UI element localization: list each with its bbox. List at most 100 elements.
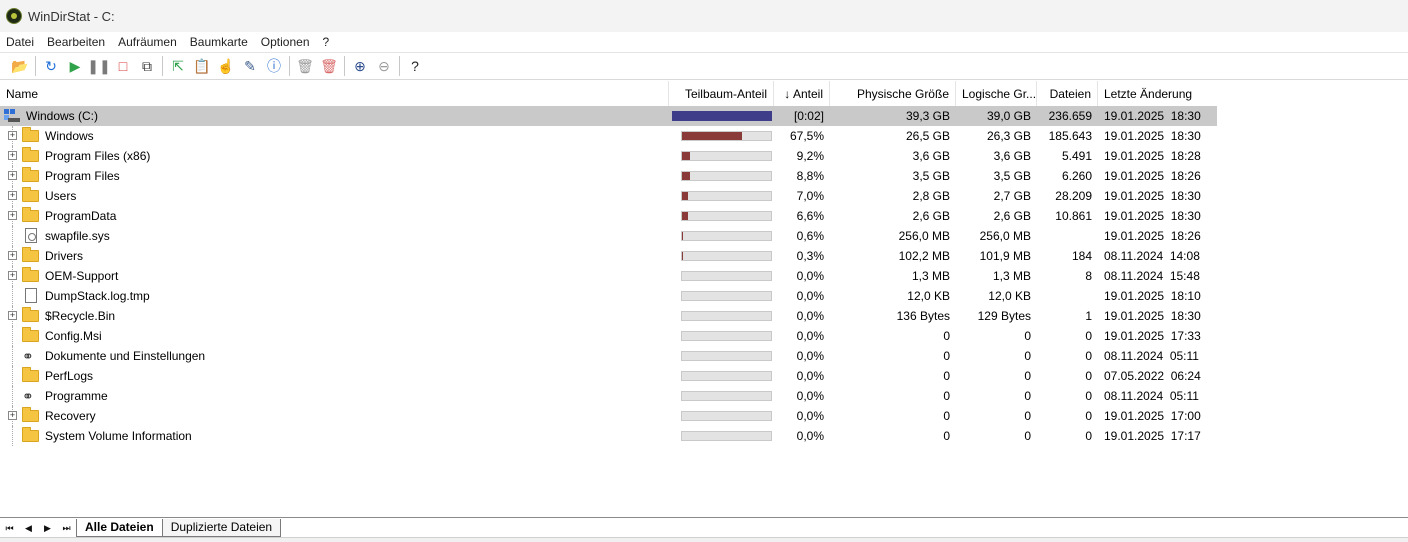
recycle-icon[interactable]: 🗑 <box>293 55 317 77</box>
delete-icon[interactable]: 🗑 <box>317 55 341 77</box>
drive-row[interactable]: Windows (C:) [0:02] 39,3 GB 39,0 GB 236.659 1… <box>0 106 1217 126</box>
refresh-icon[interactable]: ↻ <box>39 55 63 77</box>
last-modified-cell: 19.01.2025 17:17 <box>1104 429 1201 443</box>
name-cell: + Drivers <box>0 246 669 266</box>
subtree-share-bar <box>681 231 772 241</box>
tree-row[interactable]: ⚭ Dokumente und Einstellungen 0,0% 0 0 0 08.11… <box>0 346 1217 366</box>
expand-icon[interactable]: + <box>8 191 17 200</box>
rows-container: Windows (C:) [0:02] 39,3 GB 39,0 GB 236.659 1… <box>0 106 1217 446</box>
subtree-share-bar <box>681 211 772 221</box>
expand-icon[interactable]: + <box>8 131 17 140</box>
window-title: WinDirStat - C: <box>28 8 115 24</box>
percent-cell: 0,0% <box>796 289 824 303</box>
tree-row[interactable]: System Volume Information 0,0% 0 0 0 19.01.20… <box>0 426 1217 446</box>
file-list[interactable]: Name Teilbaum-Anteil ↓ Anteil Physische … <box>0 81 1408 517</box>
open-folder-icon[interactable]: 📂 <box>8 55 32 77</box>
next-tab-icon[interactable]: ▶ <box>38 519 57 537</box>
menu-optionen[interactable]: Optionen <box>255 33 317 51</box>
tree-row[interactable]: PerfLogs 0,0% 0 0 0 07.05.2022 06:24 <box>0 366 1217 386</box>
files-cell: 5.491 <box>1061 149 1092 163</box>
tab-duplicate-files[interactable]: Duplizierte Dateien <box>161 519 282 537</box>
expand-icon[interactable]: + <box>8 251 17 260</box>
percent-cell: 9,2% <box>796 149 824 163</box>
zoom-out-icon[interactable]: ⊖ <box>372 55 396 77</box>
link-icon: ⚭ <box>22 348 34 364</box>
files-cell: 0 <box>1085 369 1092 383</box>
zoom-in-icon[interactable]: ⊕ <box>348 55 372 77</box>
logical-size-cell: 26,3 GB <box>986 129 1031 143</box>
menu-help[interactable]: ? <box>317 33 337 51</box>
subtree-share-bar <box>681 371 772 381</box>
expand-icon[interactable]: + <box>8 151 17 160</box>
subtree-share-bar <box>681 171 772 181</box>
menu-bearbeiten[interactable]: Bearbeiten <box>41 33 112 51</box>
tree-row[interactable]: + Recovery 0,0% 0 0 0 19.01.2025 17:00 <box>0 406 1217 426</box>
tree-row[interactable]: swapfile.sys 0,6% 256,0 MB 256,0 MB 19.01.20… <box>0 226 1217 246</box>
physical-size-cell: 0 <box>943 389 950 403</box>
percent-cell: 0,0% <box>796 369 824 383</box>
column-last-modified[interactable]: Letzte Änderung <box>1098 81 1217 107</box>
subtree-share-bar <box>681 131 772 141</box>
select-icon[interactable]: ☝ <box>214 55 238 77</box>
tree-row[interactable]: + Program Files (x86) 9,2% 3,6 GB 3,6 GB 5.49… <box>0 146 1217 166</box>
tree-row[interactable]: DumpStack.log.tmp 0,0% 12,0 KB 12,0 KB 19.01… <box>0 286 1217 306</box>
item-name: Programme <box>45 389 108 403</box>
tree-row[interactable]: + ProgramData 6,6% 2,6 GB 2,6 GB 10.861 19.01.… <box>0 206 1217 226</box>
subtree-share-bar <box>681 411 772 421</box>
column-logical-size[interactable]: Logische Gr... <box>956 81 1037 107</box>
tree-row[interactable]: + OEM-Support 0,0% 1,3 MB 1,3 MB 8 08.11.2024 … <box>0 266 1217 286</box>
pause-icon[interactable]: ❚❚ <box>87 55 111 77</box>
expand-icon[interactable]: + <box>8 271 17 280</box>
menu-datei[interactable]: Datei <box>0 33 41 51</box>
help-icon[interactable]: ? <box>403 55 427 77</box>
subtree-share-cell <box>669 386 774 406</box>
subtree-share-cell <box>669 266 774 286</box>
subtree-share-bar <box>681 431 772 441</box>
subtree-share-cell <box>669 306 774 326</box>
logical-size-cell: 39,0 GB <box>986 109 1031 123</box>
tree-row[interactable]: ⚭ Programme 0,0% 0 0 0 08.11.2024 05:11 <box>0 386 1217 406</box>
open-item-icon[interactable]: ⇱ <box>166 55 190 77</box>
last-tab-icon[interactable]: ⏭ <box>57 519 76 537</box>
properties-icon[interactable]: ⓘ <box>262 55 286 77</box>
item-name: ProgramData <box>45 209 117 223</box>
play-icon[interactable]: ▶ <box>63 55 87 77</box>
menu-aufraeumen[interactable]: Aufräumen <box>112 33 184 51</box>
tab-all-files[interactable]: Alle Dateien <box>76 519 163 537</box>
first-tab-icon[interactable]: ⏮ <box>0 519 19 537</box>
tree-row[interactable]: Config.Msi 0,0% 0 0 0 19.01.2025 17:33 <box>0 326 1217 346</box>
expand-icon[interactable]: + <box>8 211 17 220</box>
folder-icon <box>22 367 39 382</box>
tree-row[interactable]: + $Recycle.Bin 0,0% 136 Bytes 129 Bytes 1 19.0… <box>0 306 1217 326</box>
subtree-share-fill <box>682 212 688 220</box>
paste-icon[interactable]: 📋 <box>190 55 214 77</box>
column-subtree-share[interactable]: Teilbaum-Anteil <box>669 81 774 107</box>
drive-icon <box>4 109 20 123</box>
percent-cell: 0,0% <box>796 389 824 403</box>
tree-row[interactable]: + Users 7,0% 2,8 GB 2,7 GB 28.209 19.01.2025 1… <box>0 186 1217 206</box>
expand-icon[interactable]: + <box>8 411 17 420</box>
tree-row[interactable]: + Windows 67,5% 26,5 GB 26,3 GB 185.643 19.01.… <box>0 126 1217 146</box>
logical-size-cell: 101,9 MB <box>979 249 1031 263</box>
tree-connector <box>12 386 13 406</box>
stop-icon[interactable]: □ <box>111 55 135 77</box>
menu-bar: Datei Bearbeiten Aufräumen Baumkarte Opt… <box>0 32 1408 52</box>
expand-icon[interactable]: + <box>8 311 17 320</box>
item-name: PerfLogs <box>45 369 94 383</box>
prev-tab-icon[interactable]: ◀ <box>19 519 38 537</box>
tree-row[interactable]: + Program Files 8,8% 3,5 GB 3,5 GB 6.260 19.01… <box>0 166 1217 186</box>
last-modified-cell: 08.11.2024 05:11 <box>1104 349 1199 363</box>
column-percent[interactable]: ↓ Anteil <box>774 81 830 107</box>
menu-baumkarte[interactable]: Baumkarte <box>184 33 255 51</box>
copy-path-icon[interactable]: ⧉ <box>135 55 159 77</box>
subtree-share-cell <box>669 186 774 206</box>
expand-icon[interactable]: + <box>8 171 17 180</box>
subtree-share-cell <box>669 246 774 266</box>
column-physical-size[interactable]: Physische Größe <box>830 81 956 107</box>
physical-size-cell: 39,3 GB <box>905 109 950 123</box>
column-files[interactable]: Dateien <box>1037 81 1098 107</box>
column-name[interactable]: Name <box>0 81 669 107</box>
subtree-share-cell <box>669 286 774 306</box>
tree-row[interactable]: + Drivers 0,3% 102,2 MB 101,9 MB 184 08.11.202… <box>0 246 1217 266</box>
edit-icon[interactable]: ✎ <box>238 55 262 77</box>
